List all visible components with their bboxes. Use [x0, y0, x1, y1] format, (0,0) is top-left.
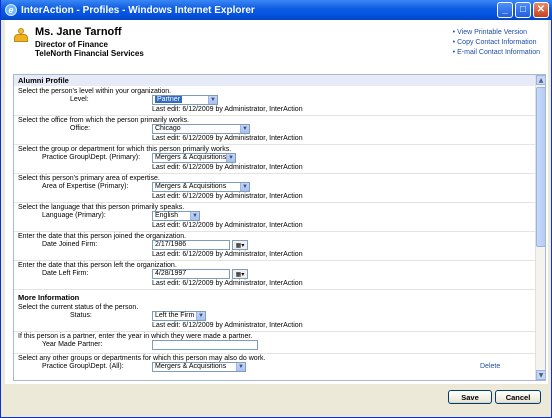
maximize-button[interactable]: □ — [515, 2, 531, 18]
date-joined-label: Date Joined Firm: — [42, 241, 98, 248]
other-groups-prompt: Select any other groups or departments f… — [18, 355, 266, 362]
practice-group-prompt: Select the group or department for which… — [18, 146, 232, 153]
profile-scroll-area: Alumni Profile Select the person's level… — [13, 74, 546, 381]
language-prompt: Select the language that this person pri… — [18, 204, 185, 211]
divider — [14, 231, 536, 232]
date-joined-prompt: Enter the date that this person joined t… — [18, 233, 187, 240]
divider — [14, 353, 536, 354]
status-prompt: Select the current status of the person. — [18, 304, 139, 311]
save-button[interactable]: Save — [448, 390, 492, 404]
chevron-down-icon: ▼ — [190, 212, 199, 220]
chevron-down-icon: ▼ — [240, 183, 249, 191]
scroll-thumb[interactable] — [536, 87, 545, 247]
vertical-scrollbar[interactable]: ▲ ▼ — [535, 75, 545, 380]
contact-icon — [13, 28, 29, 42]
other-groups-select[interactable]: Mergers & Acquisitions ▼ — [152, 362, 246, 372]
chevron-down-icon: ▼ — [240, 125, 249, 133]
level-select[interactable]: Partner ▼ — [152, 95, 218, 105]
expertise-label: Area of Expertise (Primary): — [42, 183, 129, 190]
office-select[interactable]: Chicago ▼ — [152, 124, 250, 134]
office-prompt: Select the office from which the person … — [18, 117, 190, 124]
practice-group-last-edit: Last edit: 6/12/2009 by Administrator, I… — [152, 164, 303, 171]
divider — [14, 331, 536, 332]
internet-explorer-icon: e — [5, 4, 17, 16]
chevron-down-icon: ▼ — [236, 363, 245, 371]
level-label: Level: — [70, 96, 89, 103]
date-left-input[interactable]: 4/28/1997 — [152, 269, 230, 279]
contact-company: TeleNorth Financial Services — [35, 49, 144, 58]
calendar-icon[interactable]: ▦▾ — [232, 269, 248, 279]
calendar-icon[interactable]: ▦▾ — [232, 240, 248, 250]
office-label: Office: — [70, 125, 91, 132]
minimize-button[interactable]: _ — [497, 2, 513, 18]
alumni-profile-heading: Alumni Profile — [14, 75, 536, 86]
other-groups-label: Practice Group\Dept. (All): — [42, 363, 124, 370]
profile-form: Alumni Profile Select the person's level… — [14, 75, 536, 380]
cancel-button[interactable]: Cancel — [495, 390, 541, 404]
window-title: InterAction - Profiles - Windows Interne… — [21, 4, 255, 16]
language-select[interactable]: English ▼ — [152, 211, 200, 221]
contact-header: Ms. Jane Tarnoff Director of Finance Tel… — [5, 20, 548, 70]
title-bar: e InterAction - Profiles - Windows Inter… — [1, 0, 552, 20]
page-content: Ms. Jane Tarnoff Director of Finance Tel… — [5, 20, 548, 384]
divider — [14, 144, 536, 145]
status-last-edit: Last edit: 6/12/2009 by Administrator, I… — [152, 322, 303, 329]
year-partner-label: Year Made Partner: — [42, 341, 103, 348]
view-printable-link[interactable]: • View Printable Version — [453, 28, 540, 38]
contact-name: Ms. Jane Tarnoff — [35, 26, 122, 38]
email-contact-link[interactable]: • E-mail Contact Information — [453, 48, 540, 58]
divider — [14, 173, 536, 174]
action-links: • View Printable Version • Copy Contact In… — [453, 28, 540, 58]
language-last-edit: Last edit: 6/12/2009 by Administrator, I… — [152, 222, 303, 229]
level-last-edit: Last edit: 6/12/2009 by Administrator, I… — [152, 106, 303, 113]
chevron-down-icon: ▼ — [196, 312, 205, 320]
more-information-heading: More Information — [18, 293, 80, 302]
divider — [14, 260, 536, 261]
browser-window: e InterAction - Profiles - Windows Inter… — [0, 0, 552, 418]
copy-contact-link[interactable]: • Copy Contact Information — [453, 38, 540, 48]
practice-group-label: Practice Group\Dept. (Primary): — [42, 154, 141, 161]
contact-job-title: Director of Finance — [35, 40, 108, 49]
practice-group-select[interactable]: Mergers & Acquisitions ▼ — [152, 153, 236, 163]
level-prompt: Select the person's level within your or… — [18, 88, 172, 95]
dialog-footer: Save Cancel — [5, 384, 548, 414]
chevron-down-icon: ▼ — [226, 154, 235, 162]
year-partner-input[interactable] — [152, 340, 258, 350]
language-label: Language (Primary): — [42, 212, 106, 219]
date-joined-last-edit: Last edit: 6/12/2009 by Administrator, I… — [152, 251, 303, 258]
expertise-select[interactable]: Mergers & Acquisitions ▼ — [152, 182, 250, 192]
delete-link[interactable]: Delete — [480, 363, 500, 370]
office-last-edit: Last edit: 6/12/2009 by Administrator, I… — [152, 135, 303, 142]
year-partner-prompt: If this person is a partner, enter the y… — [18, 333, 253, 340]
date-left-prompt: Enter the date that this person left the… — [18, 262, 177, 269]
status-select[interactable]: Left the Firm ▼ — [152, 311, 206, 321]
window-controls: _ □ ✕ — [497, 2, 549, 18]
scroll-up-icon[interactable]: ▲ — [536, 75, 545, 85]
divider — [14, 202, 536, 203]
scroll-down-icon[interactable]: ▼ — [536, 370, 545, 380]
expertise-prompt: Select this person's primary area of exp… — [18, 175, 160, 182]
expertise-last-edit: Last edit: 6/12/2009 by Administrator, I… — [152, 193, 303, 200]
date-left-label: Date Left Firm: — [42, 270, 89, 277]
divider — [14, 115, 536, 116]
divider — [14, 289, 536, 290]
date-left-last-edit: Last edit: 6/12/2009 by Administrator, I… — [152, 280, 303, 287]
close-button[interactable]: ✕ — [533, 2, 549, 18]
chevron-down-icon: ▼ — [208, 96, 217, 104]
date-joined-input[interactable]: 2/17/1986 — [152, 240, 230, 250]
status-label: Status: — [70, 312, 92, 319]
